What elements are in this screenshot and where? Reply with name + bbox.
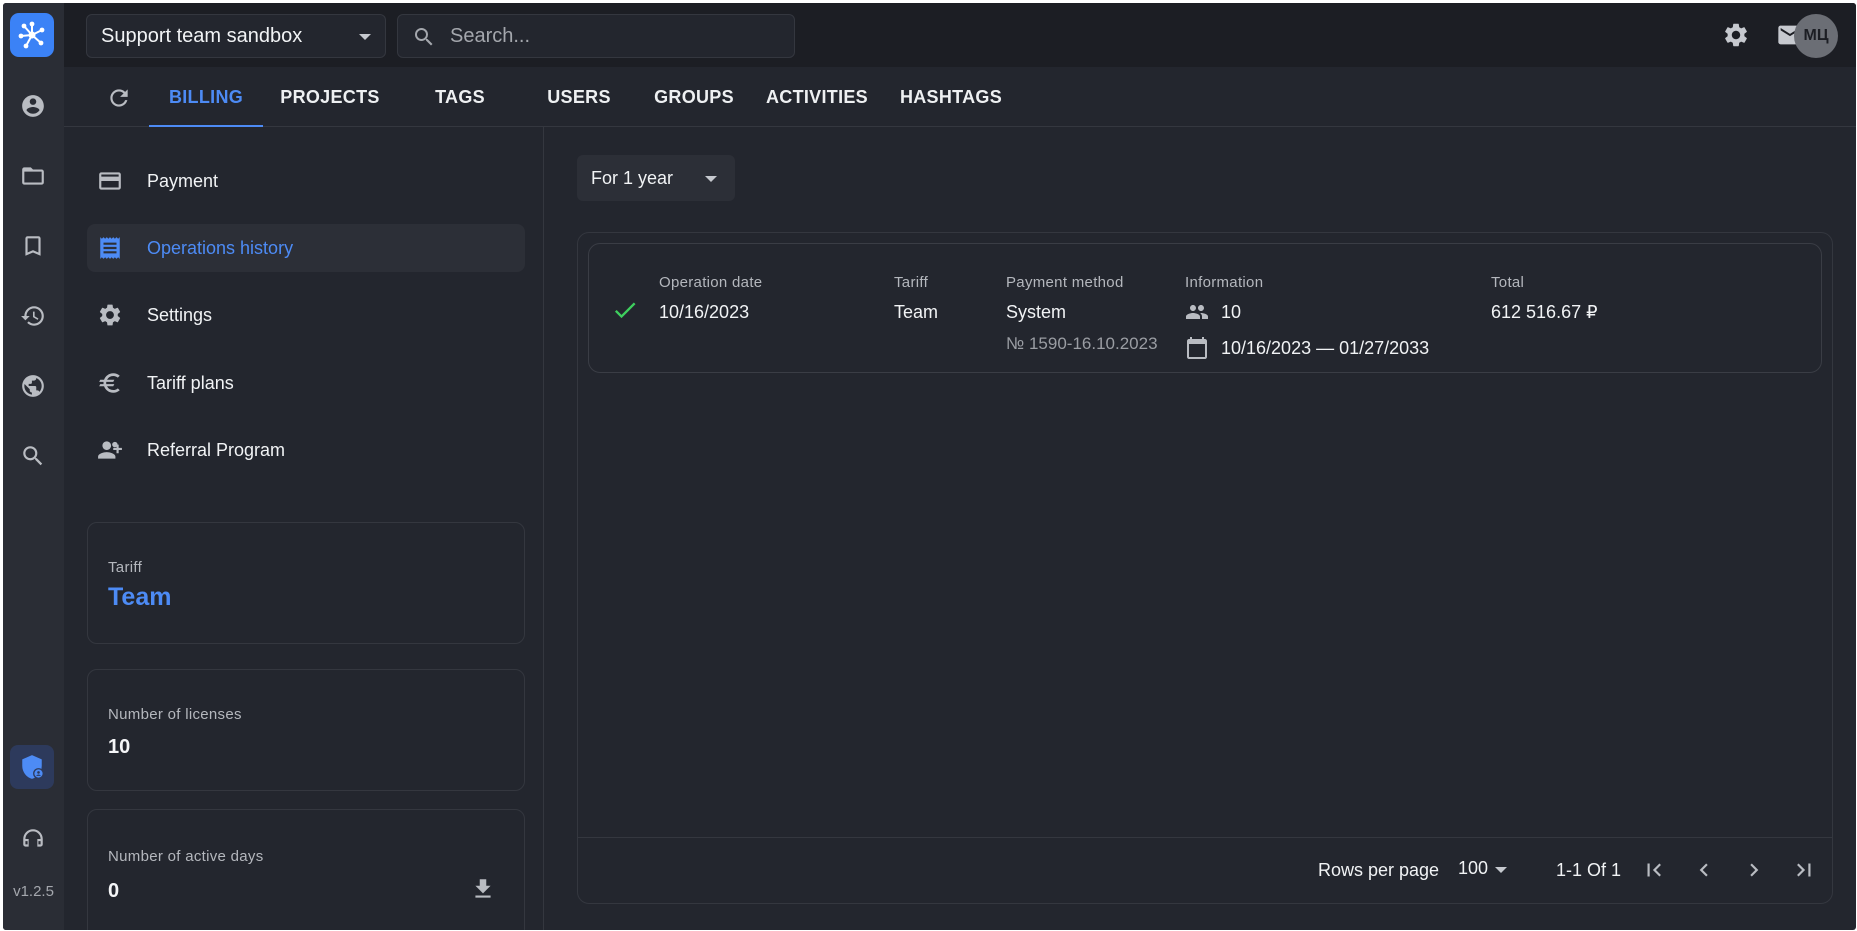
cell-payment-reference: № 1590-16.10.2023 [1006,334,1158,353]
tab-billing[interactable]: BILLING [149,67,263,127]
workspace-name: Support team sandbox [101,24,303,47]
search-box[interactable] [397,14,795,58]
tab-groups[interactable]: GROUPS [639,67,749,127]
next-page-icon[interactable] [1741,857,1767,883]
chevron-down-icon[interactable] [1495,867,1507,873]
tab-tags[interactable]: TAGS [420,67,500,127]
app-version: v1.2.5 [13,883,54,900]
active-days-value: 0 [108,880,120,902]
tab-projects[interactable]: PROJECTS [271,67,389,127]
receipt-icon [97,235,123,261]
nav-item-label: Referral Program [147,439,286,460]
chevron-down-icon [359,34,371,40]
tab-activities[interactable]: ACTIVITIES [747,67,887,127]
tab-bar: BILLING PROJECTS TAGS USERS GROUPS ACTIV… [64,67,1856,127]
operations-table: Operation date 10/16/2023 Tariff Team Pa… [577,232,1833,904]
bookmark-icon[interactable] [19,232,47,260]
tariff-value: Team [108,583,172,611]
active-days-caption: Number of active days [108,848,264,865]
person-add-icon [97,437,123,463]
people-icon [1186,305,1208,319]
header-total: Total [1491,274,1525,291]
rows-per-page-label: Rows per page [1318,860,1440,880]
credit-card-icon [97,168,123,194]
admin-shield-icon[interactable] [10,745,54,789]
gear-icon [97,302,123,328]
info-period: 10/16/2023 — 01/27/2033 [1185,336,1429,360]
globe-icon[interactable] [19,372,47,400]
last-page-icon[interactable] [1791,857,1817,883]
panel-divider [543,127,544,930]
nav-item-label: Operations history [147,237,294,258]
period-select[interactable]: For 1 year [577,155,735,201]
first-page-icon[interactable] [1641,857,1667,883]
nav-item-settings[interactable]: Settings [87,291,525,339]
table-row[interactable]: Operation date 10/16/2023 Tariff Team Pa… [588,243,1822,373]
nav-item-tariff-plans[interactable]: Tariff plans [87,359,525,407]
nav-item-operations-history[interactable]: Operations history [87,224,525,272]
tab-users[interactable]: USERS [529,67,629,127]
history-icon[interactable] [19,302,47,330]
nav-item-label: Tariff plans [147,372,234,393]
tariff-caption: Tariff [108,559,143,576]
check-icon [611,296,639,324]
licenses-card: Number of licenses 10 [87,669,525,791]
calendar-icon [1187,337,1207,359]
search-input[interactable] [450,15,780,57]
cell-users-count: 10 [1221,301,1242,322]
header-information: Information [1185,274,1264,291]
app-logo-icon[interactable] [10,13,54,57]
search-icon[interactable] [19,442,47,470]
app-window: v1.2.5 Support team sandbox МЦ BILLING P… [3,3,1856,930]
active-days-card: Number of active days 0 [87,809,525,930]
previous-page-icon[interactable] [1691,857,1717,883]
header-operation-date: Operation date [659,274,763,291]
search-icon [415,28,433,46]
tariff-card: Tariff Team [87,522,525,644]
avatar[interactable]: МЦ [1794,14,1838,58]
refresh-icon[interactable] [106,85,132,111]
header-tariff: Tariff [894,274,929,291]
table-pagination: Rows per page 100 1-1 Of 1 [578,837,1832,903]
workspace-selector[interactable]: Support team sandbox [86,14,386,58]
nav-item-label: Payment [147,170,219,191]
period-value: For 1 year [591,167,674,188]
top-bar: Support team sandbox МЦ [64,3,1856,67]
header-payment-method: Payment method [1006,274,1124,291]
cell-payment-method: System [1006,302,1067,322]
download-icon[interactable] [470,876,496,902]
cell-tariff: Team [894,302,939,322]
tab-hashtags[interactable]: HASHTAGS [886,67,1016,127]
nav-item-payment[interactable]: Payment [87,157,525,205]
chevron-down-icon [705,176,717,182]
nav-item-label: Settings [147,304,213,325]
info-users: 10 [1185,300,1241,324]
nav-item-referral-program[interactable]: Referral Program [87,426,525,474]
pagination-range: 1-1 Of 1 [1556,860,1622,880]
support-headset-icon[interactable] [19,825,47,853]
licenses-value: 10 [108,736,131,758]
licenses-caption: Number of licenses [108,706,242,723]
account-circle-icon[interactable] [19,92,47,120]
left-rail: v1.2.5 [3,3,64,930]
euro-icon [97,370,123,396]
folder-icon[interactable] [19,162,47,190]
cell-total: 612 516.67 ₽ [1491,302,1598,322]
gear-icon[interactable] [1722,21,1750,49]
cell-subscription-period: 10/16/2023 — 01/27/2033 [1221,337,1430,358]
cell-operation-date: 10/16/2023 [659,302,750,322]
rows-per-page-select[interactable]: 100 [1458,858,1488,879]
